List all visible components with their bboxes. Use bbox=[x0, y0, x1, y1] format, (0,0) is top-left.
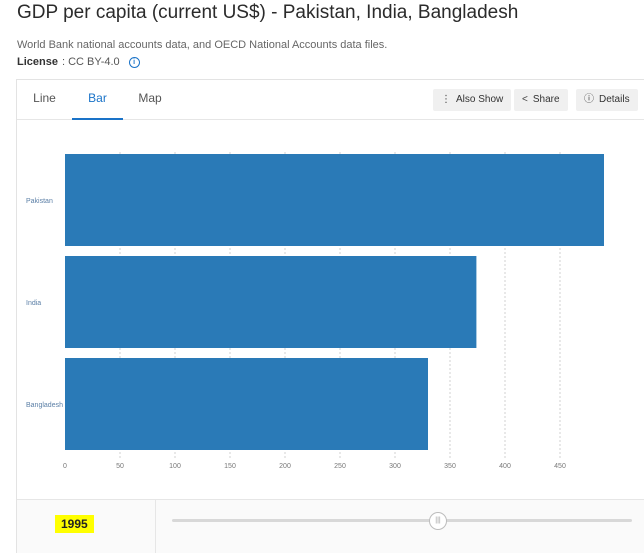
timeline-slider-handle[interactable]: ||| bbox=[429, 512, 447, 530]
share-button[interactable]: < Share bbox=[514, 89, 568, 111]
x-tick-label: 200 bbox=[279, 463, 291, 470]
license-row: License : CC BY-4.0 i bbox=[17, 56, 140, 68]
timeline-bar: 1995 ||| bbox=[17, 499, 644, 553]
data-source: World Bank national accounts data, and O… bbox=[17, 39, 388, 51]
also-show-label: Also Show bbox=[456, 94, 504, 105]
bar-chart: 0 50 100 150 200 250 300 350 400 450 Pakistan India… bbox=[26, 152, 604, 470]
license-label: License bbox=[17, 56, 58, 68]
bar-pakistan[interactable] bbox=[65, 154, 604, 246]
x-tick-label: 350 bbox=[444, 463, 456, 470]
tab-map[interactable]: Map bbox=[127, 80, 173, 118]
x-tick-label: 150 bbox=[224, 463, 236, 470]
share-label: Share bbox=[532, 94, 560, 105]
x-tick-label: 100 bbox=[169, 463, 181, 470]
tab-bar: Line Bar Map ⋮ Also Show < Share ⓘ Detai… bbox=[17, 80, 644, 120]
timeline-year: 1995 bbox=[55, 515, 94, 533]
details-button[interactable]: ⓘ Details bbox=[576, 89, 638, 111]
details-icon: ⓘ bbox=[584, 94, 594, 105]
chart-panel: Line Bar Map ⋮ Also Show < Share ⓘ Detai… bbox=[16, 79, 644, 553]
bar-india[interactable] bbox=[65, 256, 477, 348]
more-vertical-icon: ⋮ bbox=[441, 94, 451, 105]
x-tick-label: 400 bbox=[499, 463, 511, 470]
x-tick-label: 0 bbox=[63, 463, 67, 470]
tab-bar-chart[interactable]: Bar bbox=[72, 80, 123, 120]
tab-line[interactable]: Line bbox=[17, 80, 72, 118]
category-label: Pakistan bbox=[26, 198, 53, 205]
timeline-track[interactable] bbox=[172, 519, 632, 522]
x-tick-label: 450 bbox=[554, 463, 566, 470]
x-tick-label: 50 bbox=[116, 463, 124, 470]
page-title: GDP per capita (current US$) - Pakistan,… bbox=[17, 2, 519, 23]
info-icon[interactable]: i bbox=[128, 56, 140, 68]
timeline-divider bbox=[155, 500, 156, 553]
category-label: Bangladesh bbox=[26, 402, 63, 409]
share-icon: < bbox=[522, 94, 528, 105]
x-tick-label: 250 bbox=[334, 463, 346, 470]
bar-bangladesh[interactable] bbox=[65, 358, 428, 450]
details-label: Details bbox=[599, 94, 630, 105]
category-label: India bbox=[26, 300, 41, 307]
x-tick-label: 300 bbox=[389, 463, 401, 470]
also-show-button[interactable]: ⋮ Also Show bbox=[433, 89, 512, 111]
license-value: : CC BY-4.0 bbox=[61, 56, 120, 68]
